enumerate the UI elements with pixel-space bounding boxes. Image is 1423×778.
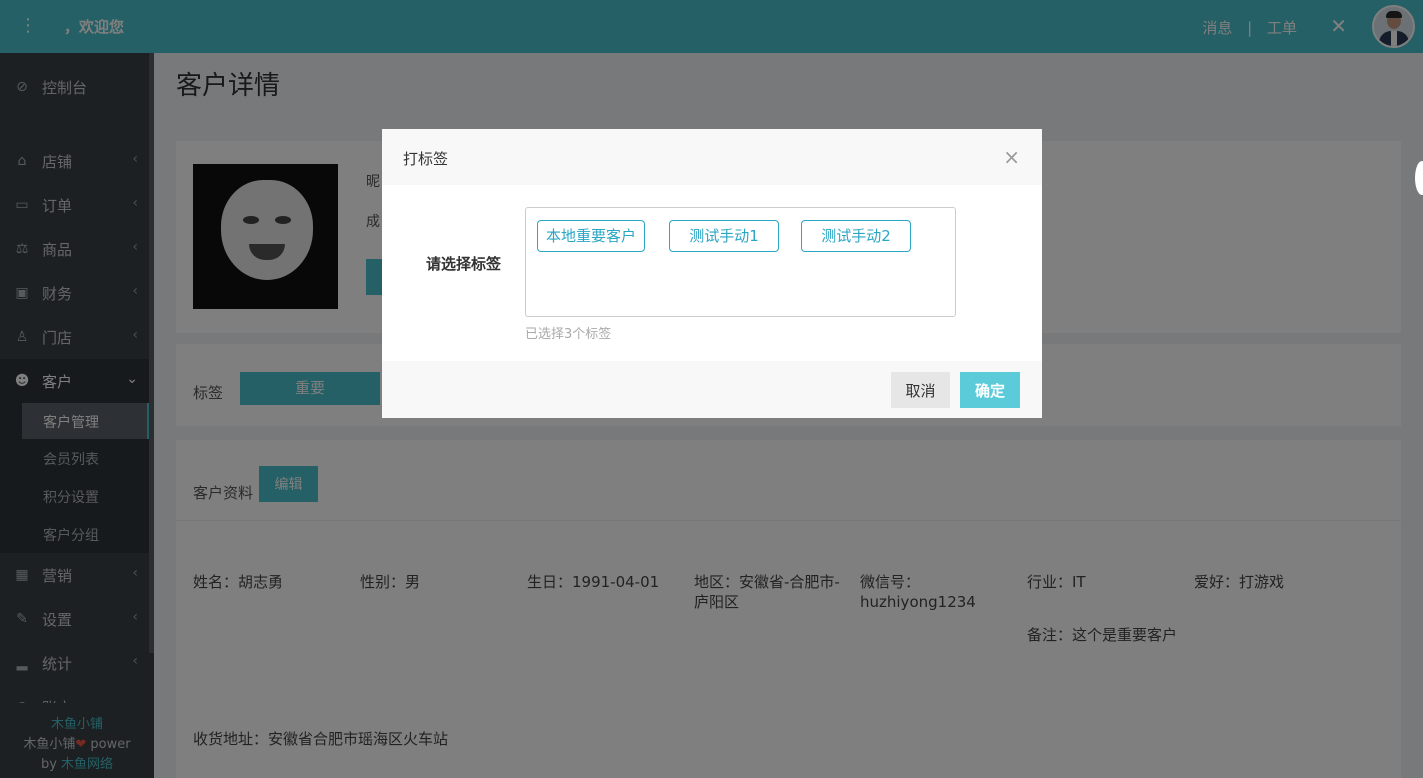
close-icon[interactable]: ×	[1003, 145, 1020, 169]
tag-modal: 打标签 × 请选择标签 本地重要客户 测试手动1 测试手动2 已选择3个标签 取…	[382, 129, 1042, 418]
tag-selection-box: 本地重要客户 测试手动1 测试手动2	[525, 207, 956, 317]
modal-title: 打标签	[403, 150, 449, 168]
selected-count: 已选择3个标签	[525, 327, 612, 342]
confirm-button[interactable]: 确定	[960, 372, 1020, 408]
cancel-button[interactable]: 取消	[891, 372, 950, 408]
modal-footer: 取消 确定	[382, 361, 1042, 418]
edge-handle	[1415, 161, 1423, 195]
select-tags-label: 请选择标签	[426, 255, 502, 273]
tag-option-local-important[interactable]: 本地重要客户	[537, 220, 646, 252]
modal-header: 打标签 ×	[382, 129, 1042, 185]
tag-option-manual-1[interactable]: 测试手动1	[669, 220, 779, 252]
tag-option-manual-2[interactable]: 测试手动2	[801, 220, 911, 252]
